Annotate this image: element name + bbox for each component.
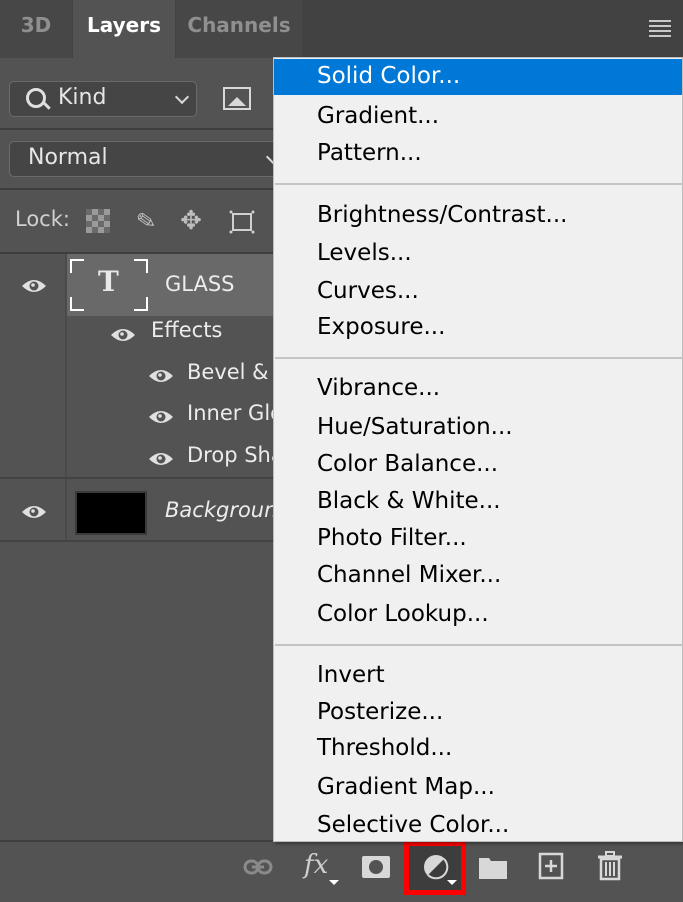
menu-item-label: Gradient Map... bbox=[317, 774, 495, 800]
menu-item-invert[interactable]: Invert bbox=[274, 658, 682, 694]
dropdown-arrow-icon bbox=[329, 880, 339, 885]
menu-item-label: Curves... bbox=[317, 278, 419, 304]
adjustment-layer-icon bbox=[424, 855, 449, 880]
panel-menu-icon[interactable] bbox=[649, 20, 671, 40]
lock-image-pixels-brush-icon[interactable]: ✏ bbox=[128, 203, 164, 239]
effect-eye-icon[interactable] bbox=[148, 368, 174, 384]
menu-item-exposure[interactable]: Exposure... bbox=[274, 310, 682, 346]
menu-item-color-balance[interactable]: Color Balance... bbox=[274, 447, 682, 483]
pixel-layer-filter-icon[interactable] bbox=[223, 87, 251, 110]
menu-item-label: Threshold... bbox=[317, 735, 453, 761]
menu-separator bbox=[275, 357, 683, 359]
menu-separator bbox=[275, 644, 683, 646]
menu-item-selective-color[interactable]: Selective Color... bbox=[274, 808, 682, 844]
effect-drop-shadow[interactable]: Drop Sha bbox=[187, 443, 284, 467]
delete-layer-trash-icon[interactable] bbox=[597, 851, 623, 885]
menu-item-photo-filter[interactable]: Photo Filter... bbox=[274, 521, 682, 557]
effect-eye-icon[interactable] bbox=[148, 451, 174, 467]
dropdown-arrow-icon bbox=[447, 880, 457, 885]
visibility-column bbox=[0, 254, 67, 542]
menu-item-gradient-map[interactable]: Gradient Map... bbox=[274, 770, 682, 806]
menu-item-solid-color[interactable]: Solid Color... bbox=[274, 59, 682, 95]
menu-item-vibrance[interactable]: Vibrance... bbox=[274, 371, 682, 407]
effect-eye-icon[interactable] bbox=[148, 409, 174, 425]
background-layer-thumbnail[interactable] bbox=[75, 491, 147, 535]
menu-item-label: Pattern... bbox=[317, 140, 422, 166]
menu-item-label: Invert bbox=[317, 662, 385, 688]
menu-item-label: Color Lookup... bbox=[317, 601, 489, 627]
chevron-down-icon bbox=[174, 89, 190, 105]
layer-name[interactable]: Background bbox=[165, 498, 291, 522]
menu-item-label: Channel Mixer... bbox=[317, 562, 502, 588]
fill-adjustment-layer-menu: Solid Color... Gradient... Pattern... Br… bbox=[273, 57, 683, 842]
menu-item-black-white[interactable]: Black & White... bbox=[274, 484, 682, 520]
new-fill-adjustment-layer-button[interactable] bbox=[404, 841, 466, 895]
menu-item-brightness-contrast[interactable]: Brightness/Contrast... bbox=[274, 198, 682, 234]
menu-item-levels[interactable]: Levels... bbox=[274, 236, 682, 272]
menu-item-label: Vibrance... bbox=[317, 375, 441, 401]
menu-item-hue-saturation[interactable]: Hue/Saturation... bbox=[274, 410, 682, 446]
menu-item-label: Black & White... bbox=[317, 488, 501, 514]
add-layer-mask-icon[interactable] bbox=[362, 856, 390, 882]
tab-channels[interactable]: Channels bbox=[176, 0, 302, 58]
menu-item-label: Posterize... bbox=[317, 699, 444, 725]
layers-bottom-toolbar bbox=[0, 840, 683, 902]
effect-inner-glow[interactable]: Inner Glo bbox=[187, 401, 283, 425]
menu-item-label: Exposure... bbox=[317, 314, 446, 340]
lock-transparent-pixels-icon[interactable] bbox=[86, 209, 110, 233]
visibility-eye-icon[interactable] bbox=[21, 278, 47, 294]
menu-item-posterize[interactable]: Posterize... bbox=[274, 695, 682, 731]
blend-mode-value: Normal bbox=[28, 145, 108, 170]
menu-item-label: Gradient... bbox=[317, 103, 440, 129]
menu-item-gradient[interactable]: Gradient... bbox=[274, 99, 682, 135]
menu-item-label: Levels... bbox=[317, 240, 412, 266]
menu-item-label: Photo Filter... bbox=[317, 525, 467, 551]
lock-position-move-icon[interactable]: ✥ bbox=[178, 208, 204, 234]
fx-label: fx bbox=[304, 850, 329, 880]
effects-eye-icon[interactable] bbox=[110, 327, 136, 343]
effects-label[interactable]: Effects bbox=[151, 318, 222, 342]
new-group-folder-icon[interactable] bbox=[479, 855, 507, 883]
new-layer-icon[interactable] bbox=[538, 852, 564, 884]
add-layer-style-fx-button[interactable]: fx bbox=[304, 850, 328, 880]
menu-item-label: Brightness/Contrast... bbox=[317, 202, 568, 228]
menu-item-curves[interactable]: Curves... bbox=[274, 274, 682, 310]
lock-label: Lock: bbox=[15, 207, 70, 231]
menu-item-label: Selective Color... bbox=[317, 812, 510, 838]
text-layer-glyph: T bbox=[98, 265, 119, 298]
visibility-eye-icon[interactable] bbox=[21, 504, 47, 520]
menu-item-label: Color Balance... bbox=[317, 451, 499, 477]
filter-kind-dropdown[interactable]: Kind bbox=[9, 81, 197, 117]
text-layer-thumbnail[interactable]: T bbox=[70, 259, 148, 311]
menu-item-channel-mixer[interactable]: Channel Mixer... bbox=[274, 558, 682, 594]
menu-item-label: Hue/Saturation... bbox=[317, 414, 513, 440]
menu-item-color-lookup[interactable]: Color Lookup... bbox=[274, 597, 682, 633]
tab-layers[interactable]: Layers bbox=[73, 0, 175, 58]
panel-tab-bar: 3D Layers Channels bbox=[0, 0, 683, 58]
search-icon bbox=[26, 88, 46, 108]
menu-separator bbox=[275, 183, 683, 185]
filter-kind-label: Kind bbox=[58, 85, 107, 110]
menu-item-label: Solid Color... bbox=[317, 63, 461, 89]
layer-name[interactable]: GLASS bbox=[165, 272, 234, 296]
tab-3d[interactable]: 3D bbox=[0, 0, 72, 58]
link-layers-icon[interactable] bbox=[243, 856, 273, 882]
menu-item-threshold[interactable]: Threshold... bbox=[274, 731, 682, 767]
menu-item-pattern[interactable]: Pattern... bbox=[274, 136, 682, 172]
blend-mode-dropdown[interactable]: Normal bbox=[9, 141, 301, 177]
lock-artboard-icon[interactable] bbox=[228, 208, 255, 234]
